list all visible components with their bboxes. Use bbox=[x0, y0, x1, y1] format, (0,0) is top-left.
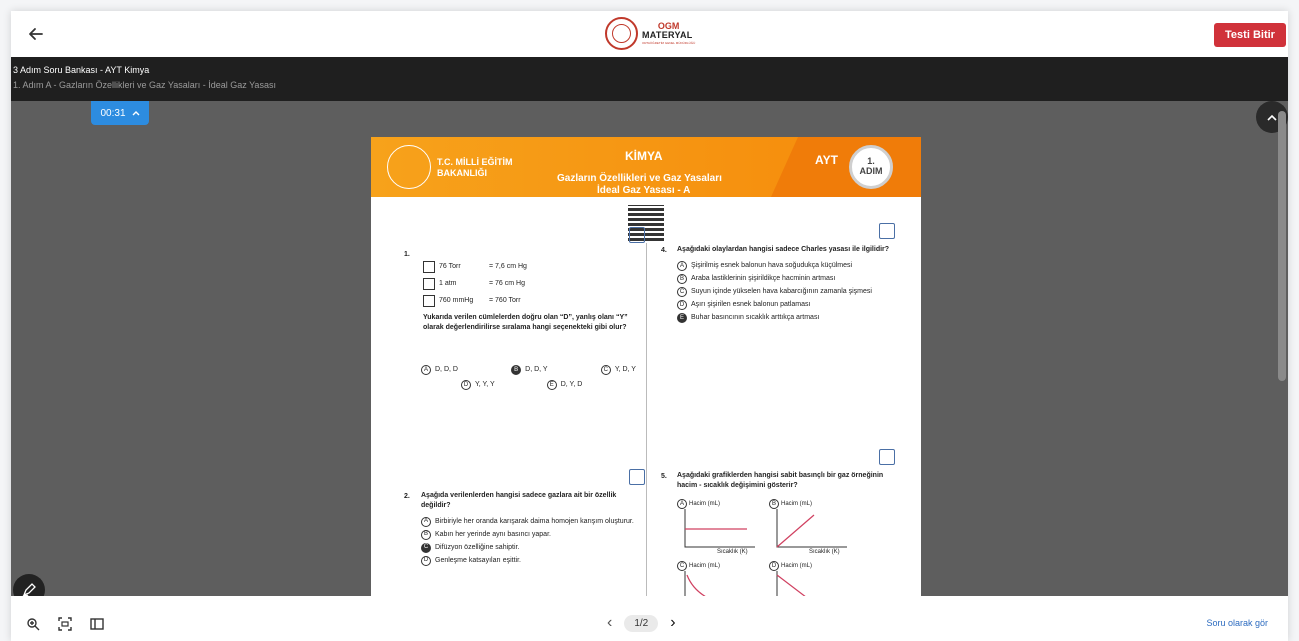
pdf-page: T.C. MİLLİ EĞİTİM BAKANLIĞI KİMYA Gazlar… bbox=[371, 137, 921, 596]
logo-line2: MATERYAL bbox=[642, 30, 693, 40]
option-d[interactable]: D Y, Y, Y bbox=[461, 380, 495, 390]
answer-box bbox=[423, 295, 435, 307]
answer-box bbox=[423, 278, 435, 290]
option-d[interactable]: D Genleşme katsayıları eşittir. bbox=[421, 555, 636, 566]
q5-stem: Aşağıdaki grafiklerden hangisi sabit bas… bbox=[677, 472, 884, 489]
q1-options: A D, D, D B D, D, Y C Y, D, Y D Y, Y, Y E D, … bbox=[421, 365, 636, 393]
topic-line1: Gazların Özellikleri ve Gaz Yasaları bbox=[557, 173, 722, 184]
step-word: ADIM bbox=[859, 166, 883, 176]
option-e[interactable]: E D, Y, D bbox=[546, 380, 582, 390]
option-b[interactable]: B D, D, Y bbox=[511, 365, 548, 375]
page-banner: T.C. MİLLİ EĞİTİM BAKANLIĞI KİMYA Gazlar… bbox=[371, 137, 921, 197]
question-5: Aşağıdaki grafiklerden hangisi sabit bas… bbox=[677, 471, 892, 497]
next-page-icon[interactable]: › bbox=[670, 614, 675, 632]
q1-stem: Yukarıda verilen cümlelerden doğru olan … bbox=[423, 314, 628, 331]
document-viewer[interactable]: 00:31 T.C. MİLLİ EĞİTİM BAKANLIĞI KİMYA … bbox=[11, 101, 1288, 596]
video-solution-icon[interactable] bbox=[879, 449, 895, 465]
bottom-toolbar: ‹ 1/2 › Soru olarak gör bbox=[11, 596, 1288, 641]
graph-c[interactable]: C Hacim (mL) bbox=[677, 561, 757, 596]
page-layout-icon[interactable] bbox=[89, 616, 105, 632]
subject-title: KİMYA bbox=[625, 149, 663, 163]
zoom-in-icon[interactable] bbox=[25, 616, 41, 632]
q1-number: 1. bbox=[404, 251, 410, 258]
answer-box bbox=[423, 261, 435, 273]
info-bar: 3 Adım Soru Bankası - AYT Kimya 1. Adım … bbox=[11, 57, 1288, 101]
option-b[interactable]: B Kabın her yerinde aynı basıncı yapar. bbox=[421, 529, 636, 540]
finish-test-button[interactable]: Testi Bitir bbox=[1214, 23, 1286, 47]
statement-row: 760 mmHg = 760 Torr bbox=[423, 295, 638, 307]
step-badge: 1. ADIM bbox=[849, 145, 893, 189]
option-a[interactable]: A Şişirilmiş esnek balonun hava soğudukça… bbox=[677, 260, 892, 271]
ministry-seal-icon bbox=[387, 145, 431, 189]
option-d[interactable]: D Aşırı şişirilen esnek balonun patlaması bbox=[677, 299, 892, 310]
option-b[interactable]: B Araba lastiklerinin şişirildikçe hacmin… bbox=[677, 273, 892, 284]
chevron-up-icon bbox=[132, 108, 140, 119]
option-c[interactable]: C Difüzyon özelliğine sahiptir. bbox=[421, 542, 636, 553]
video-solution-icon[interactable] bbox=[879, 223, 895, 239]
ministry-line2: BAKANLIĞI bbox=[437, 167, 487, 178]
option-e[interactable]: E Buhar basıncının sıcaklık arttıkça artm… bbox=[677, 312, 892, 323]
view-as-question-link[interactable]: Soru olarak gör bbox=[1206, 618, 1268, 628]
ogm-logo: OGM MATERYAL ORTAÖĞRETİM GENEL MÜDÜRLÜĞÜ bbox=[605, 17, 695, 50]
section-subtitle: 1. Adım A - Gazların Özellikleri ve Gaz … bbox=[13, 80, 276, 90]
option-a[interactable]: A D, D, D bbox=[421, 365, 458, 375]
video-solution-icon[interactable] bbox=[629, 227, 645, 243]
q5-number: 5. bbox=[661, 473, 667, 480]
previous-page-icon[interactable]: ‹ bbox=[607, 614, 612, 632]
book-title: 3 Adım Soru Bankası - AYT Kimya bbox=[13, 65, 150, 75]
question-2: Aşağıda verilenlerden hangisi sadece gaz… bbox=[421, 491, 636, 569]
statement-row: 1 atm = 76 cm Hg bbox=[423, 278, 638, 290]
ministry-line1: T.C. MİLLİ EĞİTİM bbox=[437, 157, 513, 167]
exam-tag bbox=[771, 137, 921, 197]
option-c[interactable]: C Suyun içinde yükselen hava kabarcığının… bbox=[677, 286, 892, 297]
graph-d[interactable]: D Hacim (mL) bbox=[769, 561, 849, 596]
chevron-up-icon bbox=[1267, 114, 1277, 121]
page-indicator: 1/2 bbox=[624, 614, 659, 632]
top-bar: OGM MATERYAL ORTAÖĞRETİM GENEL MÜDÜRLÜĞÜ… bbox=[11, 11, 1288, 57]
exam-label: AYT bbox=[815, 153, 838, 167]
logo-seal-icon bbox=[605, 17, 638, 50]
statement-row: 76 Torr = 7,6 cm Hg bbox=[423, 261, 638, 273]
question-4: Aşağıdaki olaylardan hangisi sadece Char… bbox=[677, 245, 892, 326]
graph-b[interactable]: B Hacim (mL) Sıcaklık (K) bbox=[769, 499, 849, 555]
logo-line3: ORTAÖĞRETİM GENEL MÜDÜRLÜĞÜ bbox=[642, 41, 696, 45]
q2-stem: Aşağıda verilenlerden hangisi sadece gaz… bbox=[421, 492, 617, 509]
topic-line2: İdeal Gaz Yasası - A bbox=[597, 185, 691, 196]
app-frame: OGM MATERYAL ORTAÖĞRETİM GENEL MÜDÜRLÜĞÜ… bbox=[11, 11, 1288, 641]
q2-number: 2. bbox=[404, 493, 410, 500]
timer-button[interactable]: 00:31 bbox=[91, 101, 149, 125]
timer-value: 00:31 bbox=[100, 107, 126, 119]
column-divider bbox=[646, 243, 647, 596]
vertical-scrollbar[interactable] bbox=[1278, 111, 1286, 381]
q4-number: 4. bbox=[661, 247, 667, 254]
option-a[interactable]: A Birbiriyle her oranda karışarak daima h… bbox=[421, 516, 636, 527]
fit-screen-icon[interactable] bbox=[57, 616, 73, 632]
option-c[interactable]: C Y, D, Y bbox=[600, 365, 636, 375]
back-arrow-icon[interactable] bbox=[25, 23, 47, 45]
q4-stem: Aşağıdaki olaylardan hangisi sadece Char… bbox=[677, 246, 890, 253]
pager: ‹ 1/2 › bbox=[607, 614, 676, 632]
video-solution-icon[interactable] bbox=[629, 469, 645, 485]
graph-a[interactable]: A Hacim (mL) Sıcaklık (K) bbox=[677, 499, 757, 555]
question-1: 76 Torr = 7,6 cm Hg 1 atm = 76 cm Hg 760… bbox=[423, 261, 638, 339]
